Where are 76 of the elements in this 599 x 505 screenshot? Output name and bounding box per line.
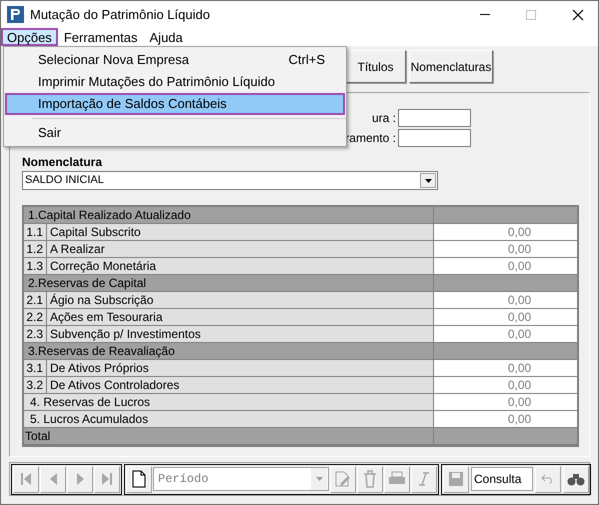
- menu-item[interactable]: Imprimir Mutações do Patrimônio Líquido: [5, 71, 345, 93]
- print-button[interactable]: [384, 466, 410, 492]
- find-button[interactable]: [563, 466, 589, 492]
- table-cell: 0,00: [434, 377, 577, 393]
- table-cell: De Ativos Controladores: [47, 377, 434, 393]
- first-icon: [21, 473, 31, 485]
- table-cell: 0,00: [434, 224, 577, 240]
- mode-field: Consulta: [471, 467, 533, 491]
- printer-icon: [388, 471, 406, 487]
- table-cell: 2.3: [24, 326, 47, 342]
- delete-button[interactable]: [357, 466, 383, 492]
- table-cell: 0,00: [434, 360, 577, 376]
- table-cell: 3.1: [24, 360, 47, 376]
- binoculars-icon: [567, 472, 585, 486]
- document-edit-icon: [334, 470, 352, 488]
- first-record-button[interactable]: [13, 466, 39, 492]
- table-cell: 3.2: [24, 377, 47, 393]
- table-cell: 1.1: [24, 224, 47, 240]
- menu-item[interactable]: Opções: [1, 28, 58, 46]
- table-cell: 1.3: [24, 258, 47, 274]
- window-title: Mutação do Patrimônio Líquido: [30, 6, 210, 24]
- table-cell: A Realizar: [47, 241, 434, 257]
- last-record-button[interactable]: [94, 466, 120, 492]
- input-field[interactable]: [398, 109, 471, 127]
- table-cell: 0,00: [434, 258, 577, 274]
- previous-icon: [50, 473, 56, 485]
- table-cell: 1.Capital Realizado Atualizado: [24, 207, 434, 223]
- save-button[interactable]: [443, 466, 469, 492]
- input-field[interactable]: [398, 129, 471, 147]
- table-cell: Total: [24, 428, 434, 444]
- italic-icon: [419, 472, 429, 486]
- last-icon: [102, 473, 112, 485]
- tab-button[interactable]: Nomenclaturas: [409, 50, 493, 83]
- table-cell: 0,00: [434, 411, 577, 427]
- table-cell: 1.2: [24, 241, 47, 257]
- table-cell: Ágio na Subscrição: [47, 292, 434, 308]
- menu-item[interactable]: Ajuda: [144, 28, 189, 46]
- field-label: ura :: [372, 110, 396, 127]
- table-cell: De Ativos Próprios: [47, 360, 434, 376]
- nomenclature-select[interactable]: SALDO INICIAL: [22, 171, 438, 190]
- table-cell: 2.1: [24, 292, 47, 308]
- trash-icon: [362, 470, 378, 488]
- table-cell: 0,00: [434, 292, 577, 308]
- period-select[interactable]: Período: [153, 467, 329, 491]
- table-cell: 3.Reservas de Reavaliação: [24, 343, 434, 359]
- table-cell: 0,00: [434, 394, 577, 410]
- italic-button[interactable]: [411, 466, 437, 492]
- undo-icon: [541, 474, 555, 484]
- table-cell: 0,00: [434, 309, 577, 325]
- menu-item[interactable]: Sair: [5, 122, 345, 144]
- previous-button[interactable]: [40, 466, 66, 492]
- next-icon: [76, 473, 84, 485]
- table-cell: 0,00: [434, 326, 577, 342]
- document-icon: [131, 470, 147, 488]
- menu-item[interactable]: Importação de Saldos Contábeis: [5, 93, 345, 115]
- field-label: Nomenclatura: [22, 154, 102, 171]
- table-cell: 2.2: [24, 309, 47, 325]
- table-cell: Subvenção p/ Investimentos: [47, 326, 434, 342]
- menu-item[interactable]: Ferramentas: [58, 28, 144, 46]
- new-document-button[interactable]: [126, 466, 152, 492]
- table-cell: Capital Subscrito: [47, 224, 434, 240]
- table-cell: 4. Reservas de Lucros: [24, 394, 434, 410]
- table-cell: 0,00: [434, 241, 577, 257]
- app-logo-icon: [7, 6, 24, 23]
- tab-button[interactable]: Títulos: [345, 50, 406, 83]
- save-icon: [448, 471, 464, 487]
- next-button[interactable]: [67, 466, 93, 492]
- table-cell: 5. Lucros Acumulados: [24, 411, 434, 427]
- close-icon[interactable]: [572, 8, 584, 20]
- minimize-icon[interactable]: [480, 14, 490, 16]
- table-cell: 2.Reservas de Capital: [24, 275, 434, 291]
- menu-item[interactable]: Selecionar Nova Empresa Ctrl+S: [5, 49, 345, 71]
- table-cell: Ações em Tesouraria: [47, 309, 434, 325]
- maximize-icon[interactable]: [526, 10, 536, 20]
- edit-button[interactable]: [330, 466, 356, 492]
- table-cell: Correção Monetária: [47, 258, 434, 274]
